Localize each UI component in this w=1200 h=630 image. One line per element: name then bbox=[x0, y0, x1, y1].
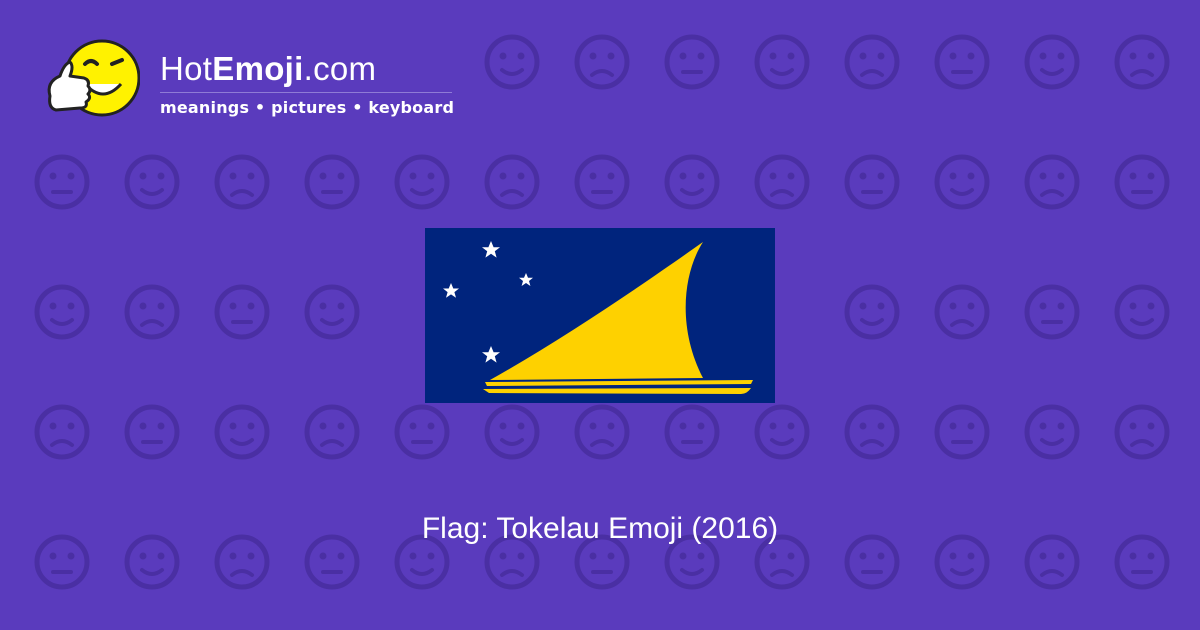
background-emoji-icon bbox=[934, 284, 990, 340]
tokelau-flag-icon bbox=[425, 228, 775, 403]
background-emoji-icon bbox=[484, 404, 540, 460]
background-emoji-icon bbox=[574, 154, 630, 210]
emoji-caption: Flag: Tokelau Emoji (2016) bbox=[421, 512, 779, 545]
thumbs-up-smiley-icon bbox=[47, 39, 140, 117]
background-emoji-icon bbox=[124, 404, 180, 460]
background-emoji-icon bbox=[214, 404, 270, 460]
background-emoji-icon bbox=[34, 404, 90, 460]
background-emoji-icon bbox=[124, 284, 180, 340]
background-emoji-icon bbox=[124, 154, 180, 210]
background-emoji-icon bbox=[304, 154, 360, 210]
background-emoji-icon bbox=[394, 154, 450, 210]
background-emoji-icon bbox=[574, 34, 630, 90]
background-emoji-icon bbox=[1024, 154, 1080, 210]
background-emoji-icon bbox=[844, 34, 900, 90]
background-emoji-icon bbox=[754, 34, 810, 90]
background-emoji-icon bbox=[844, 154, 900, 210]
background-emoji-icon bbox=[664, 404, 720, 460]
site-tagline: meanings • pictures • keyboard bbox=[160, 98, 455, 117]
site-title-prefix: Hot bbox=[160, 50, 213, 87]
background-emoji-icon bbox=[1114, 404, 1170, 460]
background-emoji-icon bbox=[934, 34, 990, 90]
background-emoji-icon bbox=[664, 34, 720, 90]
background-emoji-icon bbox=[1114, 284, 1170, 340]
background-emoji-icon bbox=[844, 284, 900, 340]
background-emoji-icon bbox=[214, 154, 270, 210]
background-emoji-icon bbox=[304, 404, 360, 460]
background-emoji-icon bbox=[934, 404, 990, 460]
site-title: HotEmoji.com bbox=[160, 50, 376, 88]
background-emoji-icon bbox=[1114, 154, 1170, 210]
background-emoji-icon bbox=[214, 284, 270, 340]
background-emoji-icon bbox=[304, 284, 360, 340]
background-emoji-icon bbox=[484, 154, 540, 210]
background-emoji-icon bbox=[1024, 404, 1080, 460]
background-emoji-icon bbox=[1114, 34, 1170, 90]
site-title-suffix: .com bbox=[303, 50, 377, 87]
logo-divider bbox=[160, 92, 452, 93]
background-emoji-icon bbox=[664, 154, 720, 210]
site-title-bold: Emoji bbox=[212, 50, 304, 87]
background-emoji-icon bbox=[844, 404, 900, 460]
background-emoji-icon bbox=[1024, 34, 1080, 90]
background-emoji-icon bbox=[1024, 284, 1080, 340]
background-emoji-icon bbox=[934, 154, 990, 210]
background-emoji-icon bbox=[394, 404, 450, 460]
background-emoji-icon bbox=[484, 34, 540, 90]
background-emoji-icon bbox=[574, 404, 630, 460]
background-emoji-icon bbox=[34, 284, 90, 340]
background-emoji-icon bbox=[34, 154, 90, 210]
background-emoji-icon bbox=[754, 404, 810, 460]
background-emoji-icon bbox=[754, 154, 810, 210]
